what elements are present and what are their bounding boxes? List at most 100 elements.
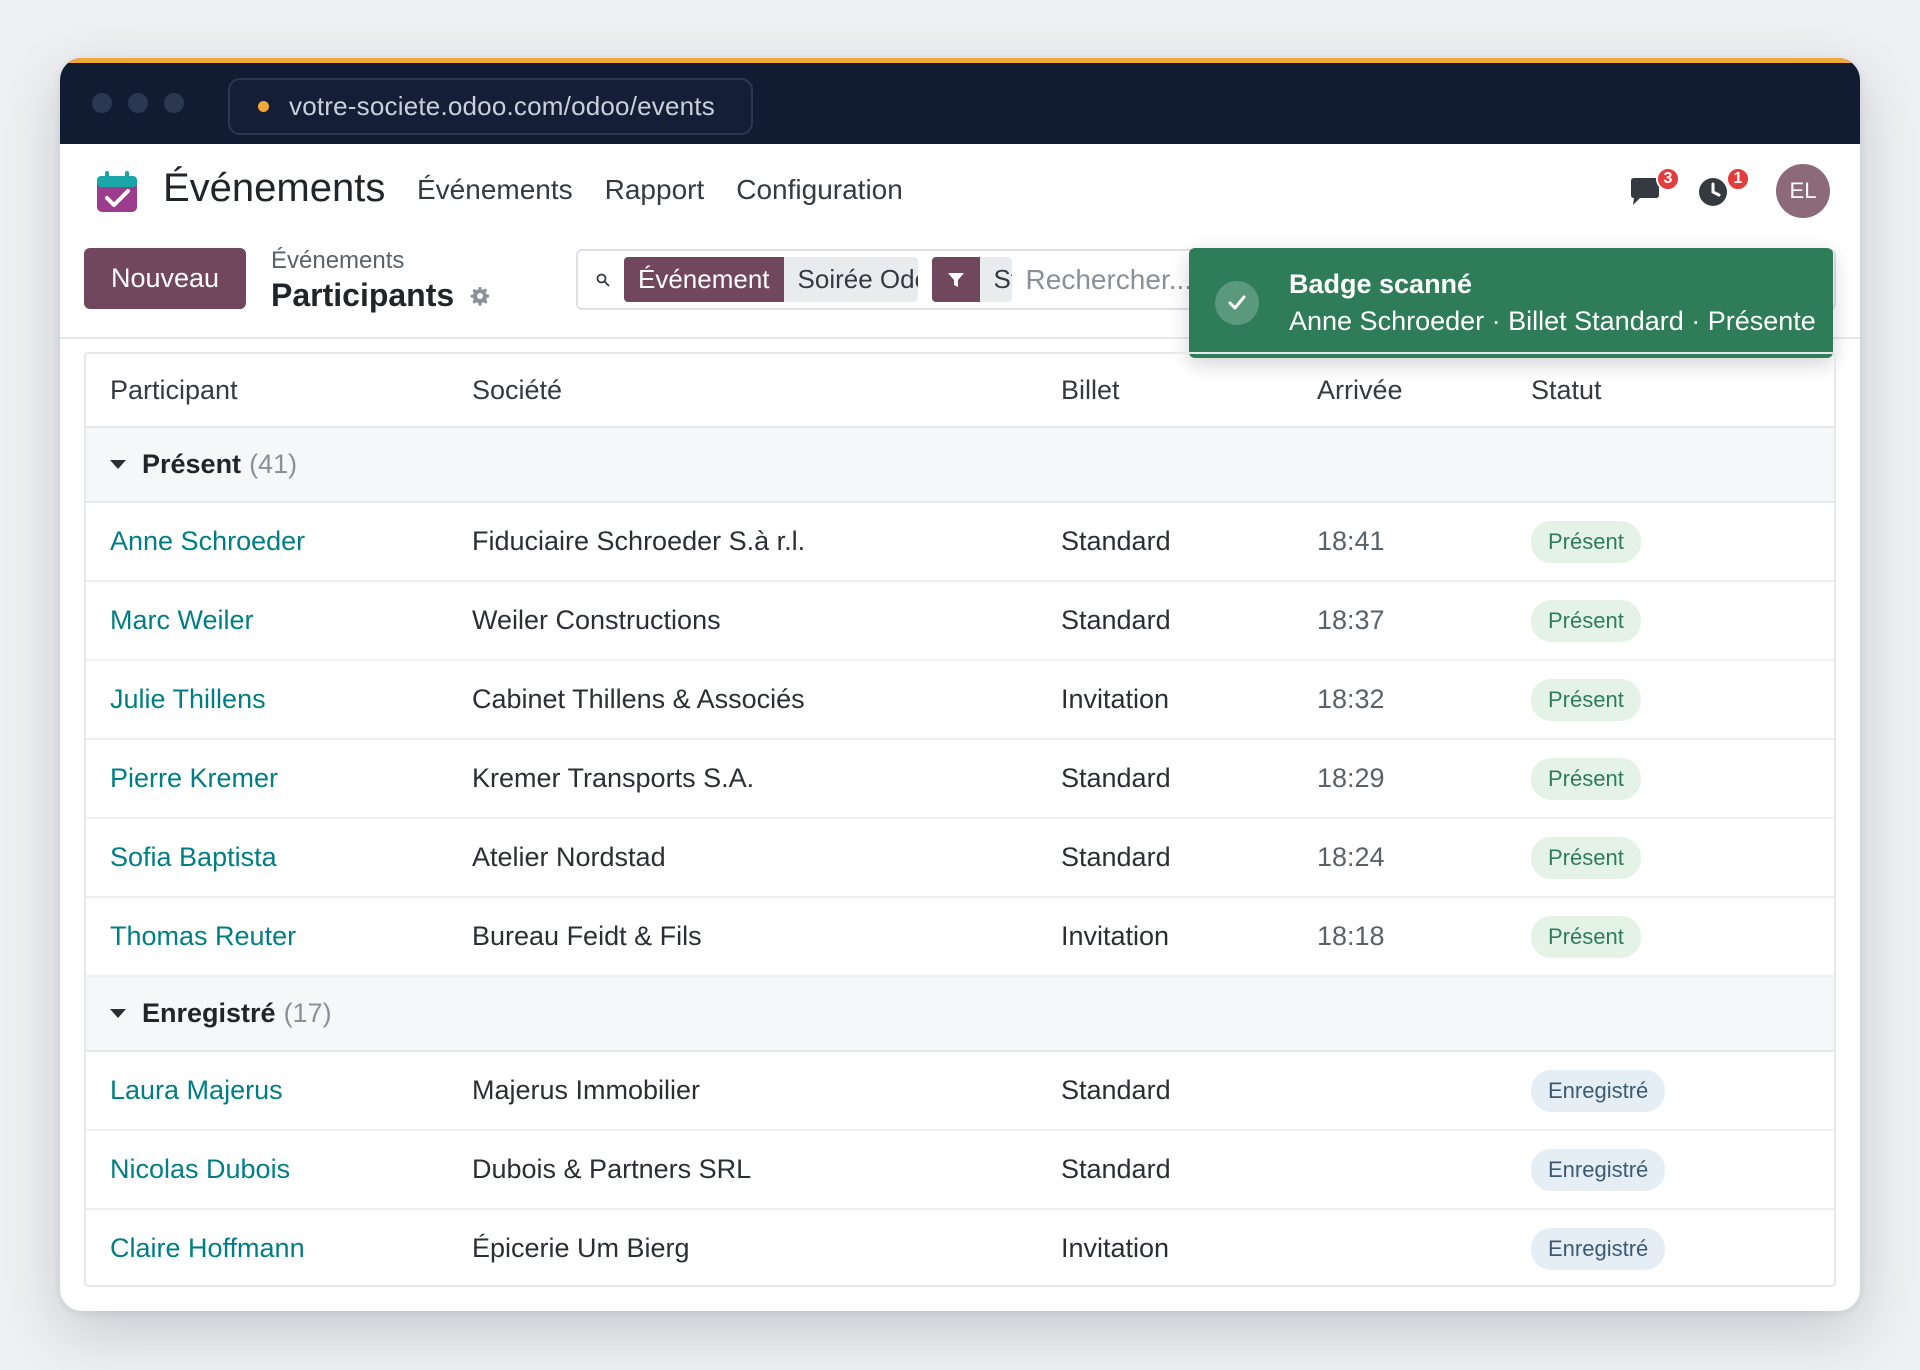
attendee-name[interactable]: Nicolas Dubois <box>110 1154 290 1184</box>
group-count: (41) <box>249 449 298 479</box>
main-menu: Événements Rapport Configuration <box>417 174 903 206</box>
events-app-icon[interactable] <box>94 168 140 214</box>
attendee-ticket: Invitation <box>1061 1209 1317 1285</box>
attendee-ticket: Invitation <box>1061 660 1317 740</box>
group-count: (17) <box>283 998 332 1028</box>
new-button[interactable]: Nouveau <box>84 248 246 309</box>
status-badge: Présent <box>1531 757 1641 800</box>
attendee-name[interactable]: Pierre Kremer <box>110 763 278 793</box>
attendee-company: Épicerie Um Bierg <box>472 1209 1061 1285</box>
app-name[interactable]: Événements <box>163 166 385 211</box>
search-icon <box>596 273 610 286</box>
attendee-arrival <box>1317 1209 1531 1285</box>
attendee-arrival: 18:41 <box>1317 502 1531 582</box>
status-badge: Présent <box>1531 599 1641 642</box>
attendee-company: Majerus Immobilier <box>472 1051 1061 1131</box>
group-label: Présent (41) <box>110 449 1834 480</box>
attendee-arrival: 18:37 <box>1317 581 1531 661</box>
app-window: votre-societe.odoo.com/odoo/events Événe… <box>60 58 1860 1311</box>
group-label: Enregistré (17) <box>110 998 1834 1029</box>
status-badge: Enregistré <box>1531 1148 1666 1191</box>
attendee-name[interactable]: Laura Majerus <box>110 1075 283 1105</box>
table-row[interactable]: Pierre Kremer Kremer Transports S.A. Sta… <box>86 739 1834 819</box>
attendee-name[interactable]: Claire Hoffmann <box>110 1233 305 1263</box>
top-navbar: Événements Événements Rapport Configurat… <box>60 144 1860 239</box>
attendee-ticket: Standard <box>1061 818 1317 898</box>
attendee-arrival: 18:29 <box>1317 739 1531 819</box>
status-badge: Présent <box>1531 678 1641 721</box>
table-row[interactable]: Sofia Baptista Atelier Nordstad Standard… <box>86 818 1834 898</box>
status-badge: Présent <box>1531 520 1641 563</box>
table-row[interactable]: Marc Weiler Weiler Constructions Standar… <box>86 581 1834 661</box>
caret-down-icon <box>110 460 126 469</box>
attendees-list: Participant Société Billet Arrivée Statu… <box>84 352 1836 1287</box>
table-row[interactable]: Thomas Reuter Bureau Feidt & Fils Invita… <box>86 897 1834 977</box>
column-header-participant[interactable]: Participant <box>86 354 472 428</box>
attendee-ticket: Standard <box>1061 1130 1317 1210</box>
table-row[interactable]: Claire Hoffmann Épicerie Um Bierg Invita… <box>86 1209 1834 1285</box>
attendee-arrival: 18:18 <box>1317 897 1531 977</box>
window-controls <box>92 93 184 113</box>
maximize-window-dot[interactable] <box>164 93 184 113</box>
attendee-company: Kremer Transports S.A. <box>472 739 1061 819</box>
attendee-ticket: Invitation <box>1061 897 1317 977</box>
gear-icon[interactable] <box>468 284 492 308</box>
attendee-name[interactable]: Anne Schroeder <box>110 526 305 556</box>
attendee-name[interactable]: Sofia Baptista <box>110 842 277 872</box>
attendee-arrival: 18:32 <box>1317 660 1531 740</box>
group-name: Présent <box>142 449 242 479</box>
group-row-registered[interactable]: Enregistré (17) <box>86 976 1834 1052</box>
attendee-name[interactable]: Julie Thillens <box>110 684 266 714</box>
toast-title: Badge scanné <box>1289 269 1473 299</box>
url-text: votre-societe.odoo.com/odoo/events <box>289 91 715 121</box>
status-badge: Présent <box>1531 836 1641 879</box>
attendee-name[interactable]: Marc Weiler <box>110 605 254 635</box>
attendee-arrival: 18:24 <box>1317 818 1531 898</box>
attendee-name[interactable]: Thomas Reuter <box>110 921 296 951</box>
menu-item-configuration[interactable]: Configuration <box>736 174 903 206</box>
breadcrumb-parent[interactable]: Événements <box>271 247 404 275</box>
address-bar[interactable]: votre-societe.odoo.com/odoo/events <box>228 78 753 135</box>
search-facet-event[interactable]: Événement Soirée Odoo <box>624 257 918 302</box>
messages-button[interactable]: 3 <box>1626 167 1680 211</box>
column-header-company[interactable]: Société <box>472 354 1061 428</box>
table-row[interactable]: Anne Schroeder Fiduciaire Schroeder S.à … <box>86 502 1834 582</box>
minimize-window-dot[interactable] <box>128 93 148 113</box>
attendee-arrival <box>1317 1051 1531 1131</box>
attendee-company: Fiduciaire Schroeder S.à r.l. <box>472 502 1061 582</box>
menu-item-events[interactable]: Événements <box>417 174 573 206</box>
breadcrumb-current: Participants <box>271 277 492 314</box>
search-facet-filter[interactable]: St <box>931 257 1012 302</box>
toast-message: Anne Schroeder · Billet Standard · Prése… <box>1289 306 1816 336</box>
facet-value: Soirée Odoo <box>783 257 918 302</box>
toast-content: Badge scanné Anne Schroeder · Billet Sta… <box>1289 269 1816 337</box>
attendee-ticket: Standard <box>1061 739 1317 819</box>
secure-dot-icon <box>258 101 269 112</box>
table-row[interactable]: Laura Majerus Majerus Immobilier Standar… <box>86 1051 1834 1131</box>
notification-toast[interactable]: Badge scanné Anne Schroeder · Billet Sta… <box>1189 248 1833 358</box>
table-row[interactable]: Julie Thillens Cabinet Thillens & Associ… <box>86 660 1834 740</box>
user-avatar[interactable]: EL <box>1776 164 1830 218</box>
status-badge: Enregistré <box>1531 1069 1666 1112</box>
check-icon <box>1215 281 1259 325</box>
group-name: Enregistré <box>142 998 276 1028</box>
table-row[interactable]: Nicolas Dubois Dubois & Partners SRL Sta… <box>86 1130 1834 1210</box>
attendee-company: Cabinet Thillens & Associés <box>472 660 1061 740</box>
column-header-arrival[interactable]: Arrivée <box>1317 354 1531 428</box>
column-header-ticket[interactable]: Billet <box>1061 354 1317 428</box>
facet-filter-value: St <box>979 257 1012 302</box>
attendee-arrival <box>1317 1130 1531 1210</box>
attendees-table: Participant Société Billet Arrivée Statu… <box>86 354 1834 1285</box>
activities-button[interactable]: 1 <box>1696 167 1750 211</box>
attendee-ticket: Standard <box>1061 581 1317 661</box>
activities-badge: 1 <box>1726 167 1750 191</box>
attendee-company: Dubois & Partners SRL <box>472 1130 1061 1210</box>
status-badge: Présent <box>1531 915 1641 958</box>
facet-label: Événement <box>624 257 784 302</box>
menu-item-reporting[interactable]: Rapport <box>605 174 705 206</box>
group-row-present[interactable]: Présent (41) <box>86 427 1834 503</box>
systray: 3 1 EL <box>1596 164 1830 218</box>
column-header-status[interactable]: Statut <box>1531 354 1834 428</box>
close-window-dot[interactable] <box>92 93 112 113</box>
caret-down-icon <box>110 1009 126 1018</box>
